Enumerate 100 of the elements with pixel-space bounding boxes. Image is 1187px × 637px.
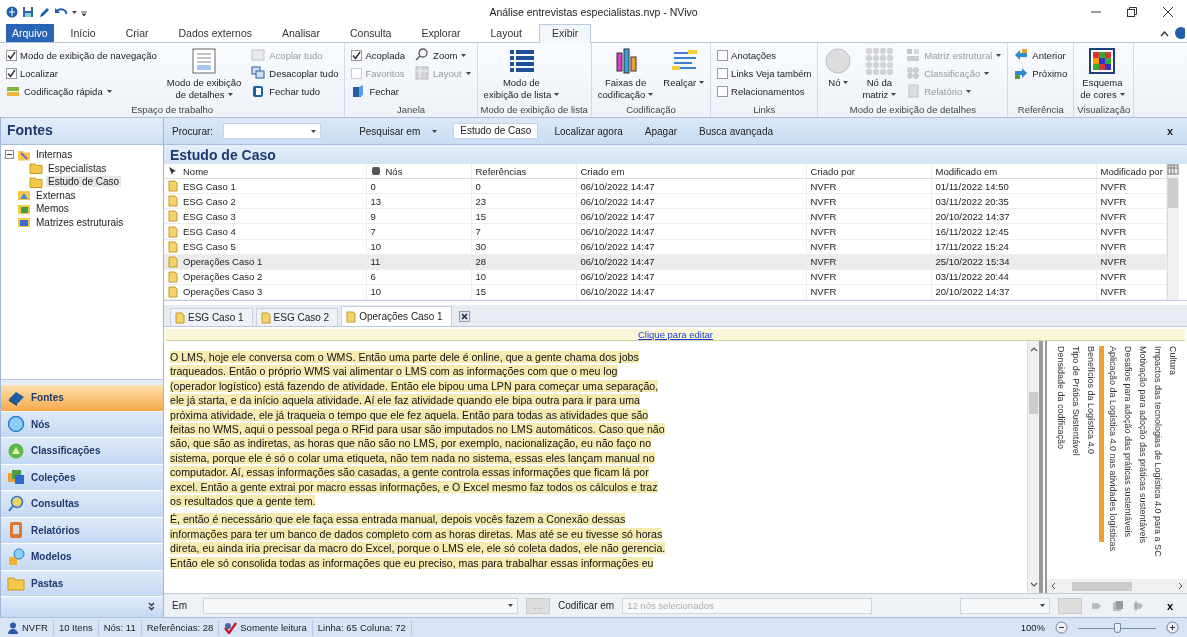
ribbon-tab[interactable]: Criar — [112, 24, 162, 42]
ribbon-button[interactable]: Codificação rápida — [3, 82, 160, 100]
ribbon-button[interactable]: Desacoplar tudo — [248, 64, 342, 82]
caret-icon[interactable] — [227, 93, 233, 96]
zoom-out-icon[interactable] — [1055, 621, 1068, 634]
checkbox-label[interactable]: Modo de exibição de navegação — [17, 46, 160, 64]
stripe-label[interactable]: Tipo de Prática Sustentável — [1068, 346, 1083, 579]
checkbox[interactable] — [717, 49, 729, 61]
ribbon-button[interactable]: Modo de exibição de detalhes — [163, 46, 245, 102]
caret-icon[interactable] — [432, 129, 438, 133]
ribbon-tab[interactable]: Explorar — [408, 24, 474, 42]
slider-thumb[interactable] — [1114, 622, 1121, 633]
column-header[interactable]: Modificado em — [931, 164, 1096, 179]
close-icon[interactable] — [1163, 7, 1173, 17]
column-header[interactable]: Nós — [366, 164, 471, 179]
ribbon-button[interactable]: Fechar — [348, 82, 409, 100]
table-row[interactable]: ESG Caso 5 10 30 06/10/2022 14:47 NVFR 17/11/2022 15:24 NVFR — [164, 239, 1166, 255]
ribbon-button[interactable]: Esquema de cores — [1077, 46, 1128, 102]
scroll-down-icon[interactable] — [1029, 582, 1038, 587]
column-header[interactable]: Criado por — [806, 164, 931, 179]
ribbon-button[interactable]: Fechar tudo — [248, 82, 342, 100]
caret-icon[interactable] — [72, 10, 77, 14]
ribbon-button[interactable]: Zoom — [412, 46, 474, 64]
checkbox[interactable] — [717, 67, 729, 79]
caret-icon[interactable] — [106, 89, 112, 93]
stripe-label[interactable]: Densidade da codificação — [1053, 346, 1068, 579]
checkbox-label[interactable]: Localizar — [17, 64, 62, 82]
advanced-search-button[interactable]: Busca avançada — [693, 123, 779, 139]
checkbox-label[interactable]: Relacionamentos — [728, 82, 808, 100]
column-header[interactable]: Referências — [471, 164, 576, 179]
table-row[interactable]: Operações Caso 3 10 15 06/10/2022 14:47 NVFR 20/10/2022 14:37 NVFR — [164, 284, 1166, 300]
collapse-icon[interactable] — [5, 150, 14, 160]
ribbon-tab[interactable]: Layout — [477, 24, 536, 42]
chevron-icon[interactable] — [148, 602, 155, 612]
scroll-up-icon[interactable] — [1029, 347, 1038, 352]
table-row[interactable]: ESG Caso 2 13 23 06/10/2022 14:47 NVFR 03/11/2022 20:35 NVFR — [164, 193, 1166, 209]
ribbon-tab[interactable]: Analisar — [269, 24, 333, 42]
dropdown-field[interactable] — [203, 597, 518, 614]
caret-icon[interactable] — [1039, 604, 1045, 607]
column-header[interactable]: Criado em — [576, 164, 806, 179]
table-row[interactable]: ESG Caso 3 9 15 06/10/2022 14:47 NVFR 20/10/2022 14:37 NVFR — [164, 208, 1166, 224]
stripe-label[interactable]: Benefícios da Logística 4.0 — [1083, 346, 1098, 579]
tree-item[interactable]: Memos — [34, 203, 71, 215]
zoom-slider[interactable] — [1078, 622, 1156, 633]
navigation-button[interactable]: Coleções — [1, 464, 163, 491]
table-row[interactable]: Operações Caso 1 11 28 06/10/2022 14:47 NVFR 25/10/2022 15:34 NVFR — [164, 254, 1166, 270]
close-button[interactable]: x — [1160, 598, 1179, 613]
scrollbar-thumb[interactable] — [1072, 581, 1132, 591]
customize-icon[interactable] — [81, 8, 87, 16]
document-tab[interactable]: ESG Caso 2 — [255, 308, 339, 326]
table-row[interactable]: ESG Caso 1 0 0 06/10/2022 14:47 NVFR 01/11/2022 14:50 NVFR — [164, 178, 1166, 194]
tree-item[interactable]: Estudo de Caso — [46, 176, 122, 188]
navigation-button[interactable]: Classificações — [1, 438, 163, 465]
checkbox[interactable] — [717, 85, 729, 97]
checkbox[interactable] — [351, 49, 363, 61]
checkbox-label[interactable]: Acoplada — [362, 46, 409, 64]
scrollbar-thumb[interactable] — [1029, 392, 1038, 414]
document-tab[interactable]: ESG Caso 1 — [170, 308, 253, 326]
table-row[interactable]: ESG Caso 4 7 7 06/10/2022 14:47 NVFR 16/11/2022 12:45 NVFR — [164, 223, 1166, 240]
navigation-button[interactable]: Fontes — [1, 385, 163, 412]
tree-item[interactable]: Matrizes estruturais — [34, 216, 126, 228]
find-now-button[interactable]: Localizar agora — [548, 123, 629, 139]
tree-item[interactable]: Internas — [34, 149, 75, 161]
column-header[interactable]: Modificado por — [1096, 164, 1166, 179]
scrollbar-thumb[interactable] — [1168, 178, 1178, 208]
save-icon[interactable] — [22, 6, 34, 18]
ribbon-button[interactable]: Próximo — [1011, 64, 1071, 82]
checkbox[interactable] — [6, 67, 17, 79]
zoom-in-icon[interactable] — [1166, 621, 1179, 634]
scrollbar[interactable] — [1047, 579, 1187, 593]
caret-icon[interactable] — [508, 604, 513, 607]
ribbon-button[interactable]: Anterior — [1011, 46, 1071, 64]
search-in-field[interactable]: Estudo de Caso — [453, 123, 539, 139]
pen-icon[interactable] — [38, 6, 50, 18]
ribbon-button[interactable]: Modo de exibição de lista — [480, 46, 563, 102]
tree-item[interactable]: Especialistas — [46, 162, 109, 174]
tree-item[interactable]: Externas — [34, 189, 78, 201]
stripe-label[interactable]: Motivação para adoção das práticas sustentáveis — [1135, 346, 1150, 579]
caret-icon[interactable] — [648, 93, 654, 96]
collapse-icon[interactable] — [1160, 29, 1169, 37]
ribbon-button[interactable]: Faixas de codificação — [594, 46, 657, 102]
ribbon-tab[interactable]: Início — [57, 24, 109, 42]
navigation-button[interactable]: Consultas — [1, 491, 163, 518]
caret-icon[interactable] — [311, 129, 317, 133]
scroll-left-icon[interactable] — [1051, 582, 1056, 590]
clear-button[interactable]: Apagar — [638, 123, 684, 139]
search-in-dropdown[interactable]: Pesquisar em — [353, 123, 444, 139]
navigation-button[interactable]: Nós — [1, 411, 163, 438]
column-header[interactable]: Nome — [164, 164, 366, 179]
caret-icon[interactable] — [1119, 93, 1125, 96]
dropdown-field[interactable] — [959, 597, 1050, 614]
stripe-label[interactable]: Impactos das tecnologias de Logística 4.0 para a SC — [1150, 346, 1165, 579]
globe-icon[interactable] — [6, 6, 18, 18]
nodes-field[interactable]: 12 nós selecionados — [622, 597, 873, 614]
close-button[interactable]: x — [1160, 123, 1179, 139]
stripe-label[interactable]: Aplicação da Logística 4.0 nas atividades logísticas — [1105, 346, 1120, 579]
stripe-label[interactable]: Desafios para adoção das práticas sustentáveis — [1120, 346, 1135, 579]
navigation-button[interactable]: Relatórios — [1, 517, 163, 544]
caret-icon[interactable] — [461, 53, 467, 57]
restore-icon[interactable] — [1127, 7, 1137, 17]
